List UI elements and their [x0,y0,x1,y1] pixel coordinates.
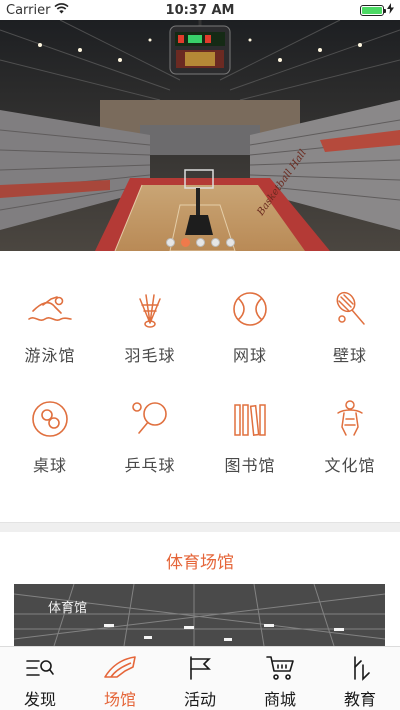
venue-card[interactable]: 体育馆 [14,584,385,646]
culture-icon [327,396,373,441]
battery-icon [360,4,386,16]
carousel-dot[interactable] [180,238,190,247]
tab-discover[interactable]: 发现 [0,647,80,710]
carrier-label: Carrier [6,2,51,18]
arena-photo: Basketball Hall [0,20,400,251]
status-right [360,2,394,18]
discover-icon [23,654,57,682]
tab-label: 教育 [343,690,376,709]
education-icon [343,654,377,682]
tab-label: 商城 [263,690,296,709]
category-item[interactable]: 游泳馆 [0,286,100,366]
tab-education[interactable]: 教育 [320,647,400,710]
section-divider [0,522,400,532]
ping-pong-icon [127,396,173,441]
venue-icon [103,654,137,682]
category-item[interactable]: 图书馆 [200,396,300,476]
battery-fill [362,6,382,14]
charging-icon [387,2,394,18]
category-label: 桌球 [32,456,67,475]
category-item[interactable]: 桌球 [0,396,100,476]
category-item[interactable]: 文化馆 [300,396,400,476]
squash-icon [327,286,373,331]
carousel-dot[interactable] [210,238,220,247]
carousel-dot[interactable] [225,238,235,247]
category-item[interactable]: 羽毛球 [100,286,200,366]
library-icon [227,396,273,441]
category-label: 网球 [232,346,267,365]
tab-label: 场馆 [103,690,136,709]
billiards-icon [27,396,73,441]
category-item[interactable]: 乒乓球 [100,396,200,476]
bottom-tab-bar: 发现 场馆 活动 商城 教育 [0,646,400,710]
category-label: 图书馆 [224,456,276,475]
tab-activity-flag[interactable]: 活动 [160,647,240,710]
carousel-dot[interactable] [165,238,175,247]
carousel-dots [0,238,400,247]
activity-flag-icon [183,654,217,682]
venue-card-label: 体育馆 [48,601,88,616]
banner-carousel[interactable]: Basketball Hall [0,20,400,251]
shop-cart-icon [263,654,297,682]
tab-label: 活动 [183,690,216,709]
tab-label: 发现 [23,690,56,709]
category-label: 壁球 [332,346,367,365]
status-left: Carrier [6,2,70,18]
category-item[interactable]: 壁球 [300,286,400,366]
badminton-icon [127,286,173,331]
category-grid: 游泳馆 羽毛球 网球 壁球 桌球 乒乓球 图书馆 文化馆 [0,286,400,476]
tab-venue[interactable]: 场馆 [80,647,160,710]
section-title: 体育场馆 [166,553,234,573]
category-label: 乒乓球 [124,456,176,475]
category-label: 游泳馆 [24,346,76,365]
category-item[interactable]: 网球 [200,286,300,366]
tab-shop-cart[interactable]: 商城 [240,647,320,710]
status-bar: Carrier 10:37 AM [0,0,400,20]
wifi-icon [54,2,70,18]
tennis-icon [227,286,273,331]
category-label: 羽毛球 [124,346,176,365]
carousel-dot[interactable] [195,238,205,247]
category-label: 文化馆 [324,456,376,475]
swimming-icon [27,286,73,331]
